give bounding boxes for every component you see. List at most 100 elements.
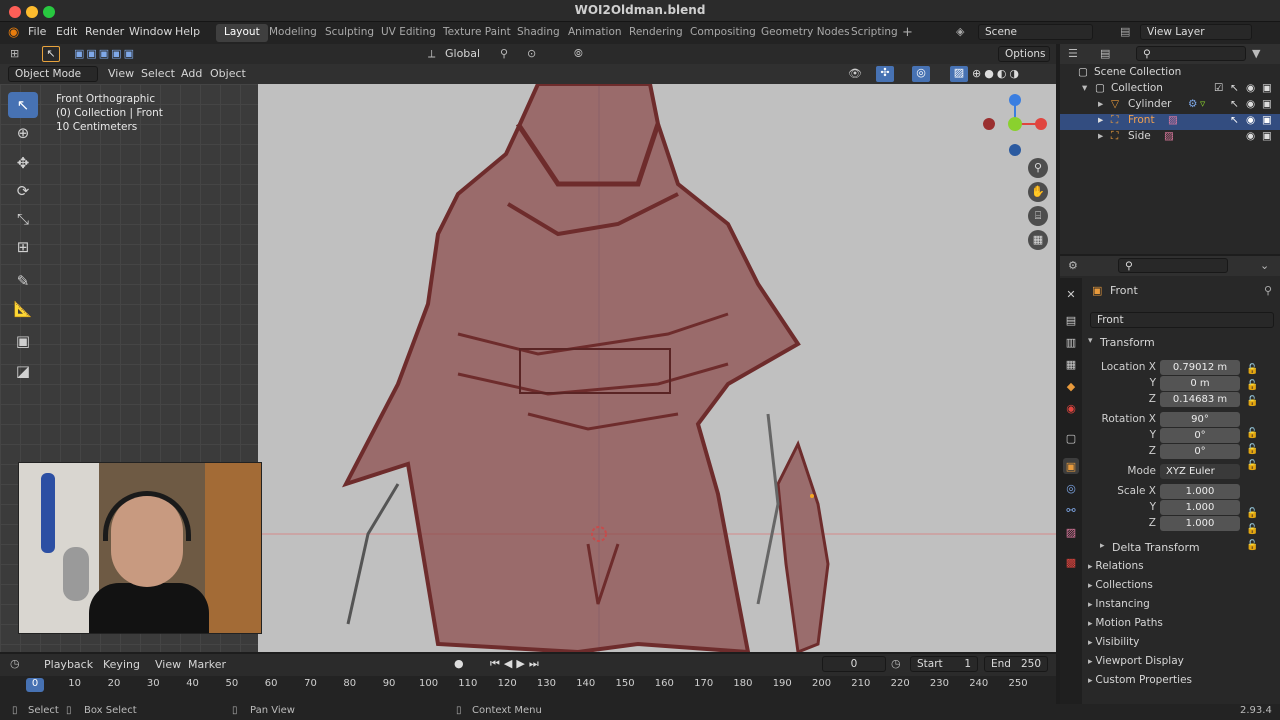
- current-frame-field[interactable]: 0: [822, 656, 886, 672]
- tab-animation[interactable]: Animation: [560, 24, 630, 42]
- properties-options-icon[interactable]: ⌄: [1260, 259, 1269, 272]
- expand-arrow-icon[interactable]: ▸: [1098, 98, 1103, 110]
- select-tool-icon[interactable]: ↖: [42, 46, 60, 62]
- pivot-icon[interactable]: ⚲: [500, 47, 508, 60]
- location-y-field[interactable]: 0 m: [1160, 376, 1240, 391]
- overlay-toggle-icon[interactable]: ◎: [912, 66, 930, 82]
- tab-layout[interactable]: Layout: [216, 24, 268, 42]
- xray-toggle-icon[interactable]: ▨: [950, 66, 968, 82]
- menu-render[interactable]: Render: [85, 25, 124, 38]
- delta-transform-section[interactable]: Delta Transform: [1112, 541, 1200, 554]
- tab-texture-paint[interactable]: Texture Paint: [435, 24, 519, 42]
- expand-arrow-icon[interactable]: ▸: [1098, 114, 1103, 126]
- viewport-menu-object[interactable]: Object: [210, 67, 246, 80]
- scene-selector[interactable]: Scene: [978, 24, 1093, 40]
- expand-arrow-icon[interactable]: ▸: [1098, 130, 1103, 142]
- texture-tab-icon[interactable]: ▩: [1063, 554, 1079, 570]
- menu-window[interactable]: Window: [129, 25, 172, 38]
- select-arrow-icon[interactable]: ↖: [1230, 82, 1239, 94]
- extrude-icon[interactable]: ◪: [8, 358, 38, 384]
- pan-hand-icon[interactable]: ✋: [1028, 182, 1048, 202]
- measure-icon[interactable]: 📐: [8, 296, 38, 322]
- outliner-scene-collection[interactable]: ▢ Scene Collection: [1060, 66, 1280, 82]
- view-layer-icon[interactable]: ▤: [1120, 25, 1130, 38]
- delta-collapse-icon[interactable]: ▸: [1100, 541, 1105, 551]
- select-mode-icons[interactable]: ▣▣▣▣▣: [74, 47, 136, 60]
- rotation-y-field[interactable]: 0°: [1160, 428, 1240, 443]
- camera-icon[interactable]: ▣: [1262, 82, 1272, 94]
- display-mode-icon[interactable]: ▤: [1100, 47, 1110, 60]
- perspective-toggle-icon[interactable]: ▦: [1028, 230, 1048, 250]
- viewport-menu-add[interactable]: Add: [181, 67, 202, 80]
- eye-icon[interactable]: ◉: [1246, 82, 1255, 94]
- proportional-edit-icon[interactable]: ⦾: [574, 47, 583, 61]
- reference-image[interactable]: [258, 84, 1056, 652]
- outliner-search-input[interactable]: ⚲: [1136, 46, 1246, 61]
- outliner-item-front[interactable]: ▸ ⛶ Front ▨ ↖ ◉ ▣: [1060, 114, 1280, 130]
- end-frame-field[interactable]: End 250: [984, 656, 1048, 672]
- expand-arrow-icon[interactable]: ▾: [1082, 82, 1087, 94]
- scene-icon[interactable]: ◈: [956, 25, 964, 38]
- rotation-z-field[interactable]: 0°: [1160, 444, 1240, 459]
- viewport-menu-select[interactable]: Select: [141, 67, 175, 80]
- tab-modeling[interactable]: Modeling: [261, 24, 325, 42]
- section-collections[interactable]: ▸ Collections: [1088, 579, 1153, 591]
- rotation-x-field[interactable]: 90°: [1160, 412, 1240, 427]
- blender-logo-icon[interactable]: ◉: [8, 25, 19, 40]
- section-instancing[interactable]: ▸ Instancing: [1088, 598, 1150, 610]
- tab-geometry-nodes[interactable]: Geometry Nodes: [753, 24, 858, 42]
- rotation-mode-dropdown[interactable]: XYZ Euler: [1160, 464, 1240, 479]
- menu-help[interactable]: Help: [175, 25, 200, 38]
- tab-shading[interactable]: Shading: [509, 24, 568, 42]
- menu-file[interactable]: File: [28, 25, 46, 38]
- 3d-viewport[interactable]: ↖ ⊕ ✥ ⟳ ⤡ ⊞ ✎ 📐 ▣ ◪ Front Orthographic (…: [0, 84, 1056, 652]
- timeline-editor-icon[interactable]: ◷: [10, 657, 20, 670]
- snap-icon[interactable]: ⊙: [527, 47, 536, 60]
- camera-view-icon[interactable]: ⌸: [1028, 206, 1048, 226]
- annotate-icon[interactable]: ✎: [8, 268, 38, 294]
- outliner-collection[interactable]: ▾ ▢ Collection ☑ ↖ ◉ ▣: [1060, 82, 1280, 98]
- camera-icon[interactable]: ▣: [1262, 98, 1272, 110]
- section-custom-properties[interactable]: ▸ Custom Properties: [1088, 674, 1192, 686]
- section-visibility[interactable]: ▸ Visibility: [1088, 636, 1139, 648]
- select-box-icon[interactable]: ↖: [8, 92, 38, 118]
- object-datablock-field[interactable]: Front: [1090, 312, 1274, 328]
- select-arrow-icon[interactable]: ↖: [1230, 114, 1239, 126]
- add-workspace-icon[interactable]: +: [902, 25, 913, 40]
- scale-y-field[interactable]: 1.000: [1160, 500, 1240, 515]
- render-tab-icon[interactable]: ▤: [1063, 312, 1079, 328]
- properties-editor-icon[interactable]: ⚙: [1068, 259, 1078, 272]
- transform-collapse-icon[interactable]: ▾: [1088, 336, 1093, 346]
- view-layer-selector[interactable]: View Layer: [1140, 24, 1252, 40]
- scale-x-field[interactable]: 1.000: [1160, 484, 1240, 499]
- add-cube-icon[interactable]: ▣: [8, 328, 38, 354]
- tool-tab-icon[interactable]: ✕: [1063, 286, 1079, 302]
- location-z-field[interactable]: 0.14683 m: [1160, 392, 1240, 407]
- location-x-field[interactable]: 0.79012 m: [1160, 360, 1240, 375]
- scale-z-field[interactable]: 1.000: [1160, 516, 1240, 531]
- record-icon[interactable]: ●: [454, 657, 464, 670]
- start-frame-field[interactable]: Start 1: [910, 656, 978, 672]
- section-viewport-display[interactable]: ▸ Viewport Display: [1088, 655, 1184, 667]
- gizmo-toggle-icon[interactable]: ✣: [876, 66, 894, 82]
- lock-icons[interactable]: 🔓 🔓 🔓 🔓 🔓 🔓 🔓 🔓 🔓: [1246, 362, 1258, 554]
- section-relations[interactable]: ▸ Relations: [1088, 560, 1144, 572]
- camera-icon[interactable]: ▣: [1262, 114, 1272, 126]
- section-motion-paths[interactable]: ▸ Motion Paths: [1088, 617, 1163, 629]
- cursor-icon[interactable]: ⊕: [8, 120, 38, 146]
- tab-rendering[interactable]: Rendering: [621, 24, 691, 42]
- eye-icon[interactable]: ◉: [1246, 130, 1255, 142]
- tab-compositing[interactable]: Compositing: [682, 24, 764, 42]
- output-tab-icon[interactable]: ▥: [1063, 334, 1079, 350]
- tab-scripting[interactable]: Scripting: [843, 24, 906, 42]
- outliner-item-side[interactable]: ▸ ⛶ Side ▨ ◉ ▣: [1060, 130, 1280, 146]
- shading-mode-icons[interactable]: ⊕●◐◑: [972, 67, 1022, 80]
- playhead[interactable]: 0: [26, 678, 44, 692]
- tab-uv-editing[interactable]: UV Editing: [373, 24, 444, 42]
- outliner-item-cylinder[interactable]: ▸ ▽ Cylinder ⚙ ▿ ↖ ◉ ▣: [1060, 98, 1280, 114]
- editor-type-icon[interactable]: ⊞: [10, 47, 19, 60]
- axis-gizmo-icon[interactable]: [982, 90, 1048, 162]
- rotate-icon[interactable]: ⟳: [8, 178, 38, 204]
- timeline-menu-view[interactable]: View: [155, 658, 181, 671]
- transform-icon[interactable]: ⊞: [8, 234, 38, 260]
